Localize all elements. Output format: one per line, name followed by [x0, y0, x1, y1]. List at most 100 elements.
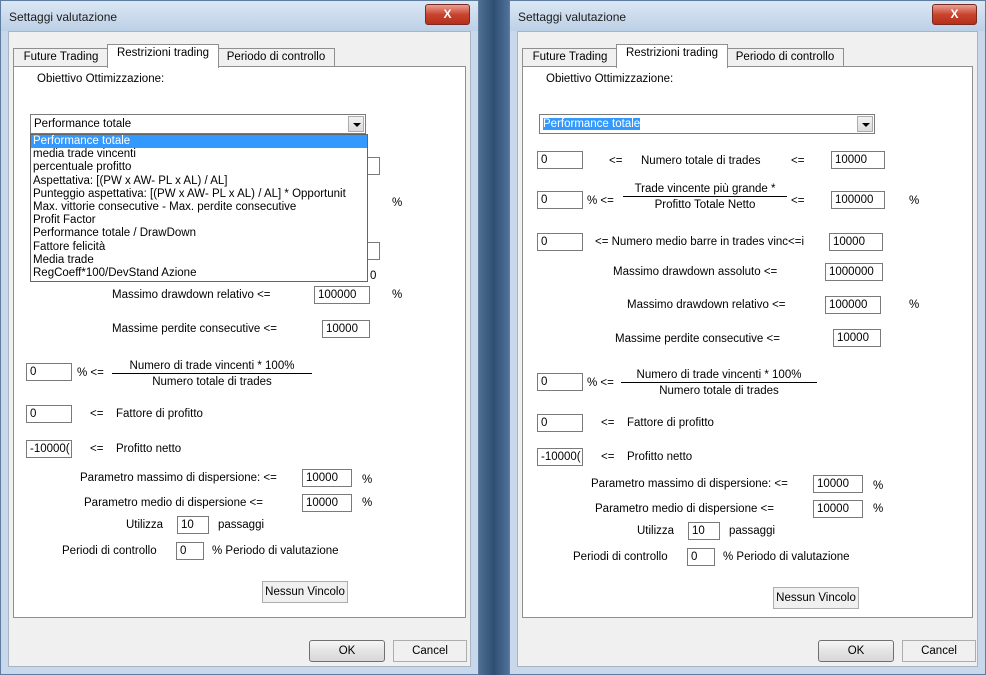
win-pct-numerator: Numero di trade vincenti * 100%: [621, 369, 817, 383]
chevron-down-icon[interactable]: [857, 116, 873, 132]
win-pct-fraction: Numero di trade vincenti * 100% Numero t…: [621, 369, 817, 397]
dropdown-option[interactable]: Punteggio aspettativa: [(PW x AW- PL x A…: [31, 188, 367, 201]
objective-combobox[interactable]: Performance totale: [30, 114, 366, 134]
win-pct-denominator: Numero totale di trades: [659, 385, 779, 397]
use-label: Utilizza: [637, 525, 675, 537]
dropdown-option[interactable]: RegCoeff*100/DevStand Azione: [31, 267, 367, 280]
net-profit-min-field[interactable]: -10000(: [537, 448, 583, 466]
cons-losses-field[interactable]: 10000: [833, 329, 881, 347]
cons-losses-field[interactable]: 10000: [322, 320, 370, 338]
dialog-client: Future Trading Restrizioni trading Perio…: [8, 31, 471, 667]
passes-field[interactable]: 10: [177, 516, 209, 534]
abs-drawdown-field-partial: 0: [370, 270, 377, 282]
control-periods-suffix: % Periodo di valutazione: [212, 545, 339, 557]
dropdown-option[interactable]: Fattore felicità: [31, 241, 367, 254]
win-pct-min-field[interactable]: 0: [537, 373, 583, 391]
objective-dropdown-list[interactable]: Performance totale media trade vincenti …: [30, 134, 368, 282]
le-label: <=: [90, 408, 104, 420]
cons-losses-label: Massime perdite consecutive <=: [615, 333, 780, 345]
control-periods-suffix: % Periodo di valutazione: [723, 551, 850, 563]
largest-win-max-field[interactable]: 100000: [831, 191, 885, 209]
tab-periodo-controllo[interactable]: Periodo di controllo: [726, 48, 844, 67]
rel-drawdown-field[interactable]: 100000: [314, 286, 370, 304]
pct-le-label: % <=: [587, 195, 614, 207]
control-periods-field[interactable]: 0: [687, 548, 715, 566]
avg-dispersion-field[interactable]: 10000: [302, 494, 352, 512]
le-label: <=: [791, 155, 805, 167]
rel-drawdown-field[interactable]: 100000: [825, 296, 881, 314]
avg-bars-max-field[interactable]: 10000: [829, 233, 883, 251]
objective-label: Obiettivo Ottimizzazione:: [546, 73, 674, 85]
largest-win-denominator: Profitto Totale Netto: [654, 199, 756, 211]
tab-restrizioni-trading[interactable]: Restrizioni trading: [107, 44, 219, 68]
dropdown-option[interactable]: Performance totale / DrawDown: [31, 227, 367, 240]
abs-drawdown-field[interactable]: 1000000: [825, 263, 883, 281]
trades-label: Numero totale di trades: [641, 155, 761, 167]
no-constraint-button[interactable]: Nessun Vincolo: [262, 581, 348, 603]
percent-label: %: [392, 289, 403, 301]
rel-drawdown-label: Massimo drawdown relativo <=: [627, 299, 786, 311]
profit-factor-label: Fattore di profitto: [627, 417, 714, 429]
profit-factor-label: Fattore di profitto: [116, 408, 203, 420]
use-label: Utilizza: [126, 519, 164, 531]
trades-max-field[interactable]: 10000: [831, 151, 885, 169]
avg-bars-label: <= Numero medio barre in trades vinc<=i: [595, 236, 805, 248]
max-dispersion-label: Parametro massimo di dispersione: <=: [591, 478, 788, 490]
avg-dispersion-field[interactable]: 10000: [813, 500, 863, 518]
win-pct-denominator: Numero totale di trades: [152, 376, 272, 388]
tab-periodo-controllo[interactable]: Periodo di controllo: [217, 48, 335, 67]
passes-suffix: passaggi: [729, 525, 776, 537]
tab-future-trading[interactable]: Future Trading: [522, 48, 618, 67]
tab-panel: Obiettivo Ottimizzazione: Performance to…: [522, 66, 973, 618]
tab-restrizioni-trading[interactable]: Restrizioni trading: [616, 44, 728, 68]
passes-suffix: passaggi: [218, 519, 265, 531]
dropdown-option[interactable]: Aspettativa: [(PW x AW- PL x AL) / AL]: [31, 175, 367, 188]
win-pct-min-field[interactable]: 0: [26, 363, 72, 381]
ok-button[interactable]: OK: [309, 640, 385, 662]
dropdown-option[interactable]: Profit Factor: [31, 214, 367, 227]
profit-factor-min-field[interactable]: 0: [537, 414, 583, 432]
percent-label: %: [873, 503, 884, 515]
window-title: Settaggi valutazione: [518, 10, 627, 24]
cons-losses-label: Massime perdite consecutive <=: [112, 323, 277, 335]
dialog-client: Future Trading Restrizioni trading Perio…: [517, 31, 978, 667]
profit-factor-min-field[interactable]: 0: [26, 405, 72, 423]
dropdown-option[interactable]: Max. vittorie consecutive - Max. perdite…: [31, 201, 367, 214]
dropdown-option[interactable]: Performance totale: [31, 135, 367, 149]
avg-dispersion-label: Parametro medio di dispersione <=: [595, 503, 774, 515]
chevron-down-icon[interactable]: [348, 116, 364, 132]
cancel-button[interactable]: Cancel: [902, 640, 976, 662]
largest-win-fraction: Trade vincente più grande * Profitto Tot…: [623, 183, 787, 211]
close-button[interactable]: X: [425, 4, 470, 25]
passes-field[interactable]: 10: [688, 522, 720, 540]
le-label: <=: [601, 451, 615, 463]
dropdown-option[interactable]: media trade vincenti: [31, 148, 367, 161]
no-constraint-button[interactable]: Nessun Vincolo: [773, 587, 859, 609]
control-periods-field[interactable]: 0: [176, 542, 204, 560]
background-strip: [479, 0, 509, 675]
max-dispersion-field[interactable]: 10000: [302, 469, 352, 487]
net-profit-min-field[interactable]: -10000(: [26, 440, 72, 458]
largest-win-min-field[interactable]: 0: [537, 191, 583, 209]
percent-label: %: [909, 299, 920, 311]
trades-min-field[interactable]: 0: [537, 151, 583, 169]
settings-dialog-right: Settaggi valutazione X Future Trading Re…: [509, 0, 986, 675]
close-button[interactable]: X: [932, 4, 977, 25]
avg-dispersion-label: Parametro medio di dispersione <=: [84, 497, 263, 509]
tab-panel: Obiettivo Ottimizzazione: Performance to…: [13, 66, 466, 618]
control-periods-label: Periodi di controllo: [573, 551, 668, 563]
cancel-button[interactable]: Cancel: [393, 640, 467, 662]
dropdown-option[interactable]: Media trade: [31, 254, 367, 267]
abs-drawdown-label: Massimo drawdown assoluto <=: [613, 266, 778, 278]
le-label: <=: [609, 155, 623, 167]
avg-bars-min-field[interactable]: 0: [537, 233, 583, 251]
objective-combobox[interactable]: Performance totale: [539, 114, 875, 134]
win-pct-numerator: Numero di trade vincenti * 100%: [112, 360, 312, 374]
rel-drawdown-label: Massimo drawdown relativo <=: [112, 289, 271, 301]
max-dispersion-field[interactable]: 10000: [813, 475, 863, 493]
settings-dialog-left: Settaggi valutazione X Future Trading Re…: [0, 0, 479, 675]
tab-future-trading[interactable]: Future Trading: [13, 48, 109, 67]
percent-label: %: [909, 195, 920, 207]
dropdown-option[interactable]: percentuale profitto: [31, 161, 367, 174]
ok-button[interactable]: OK: [818, 640, 894, 662]
